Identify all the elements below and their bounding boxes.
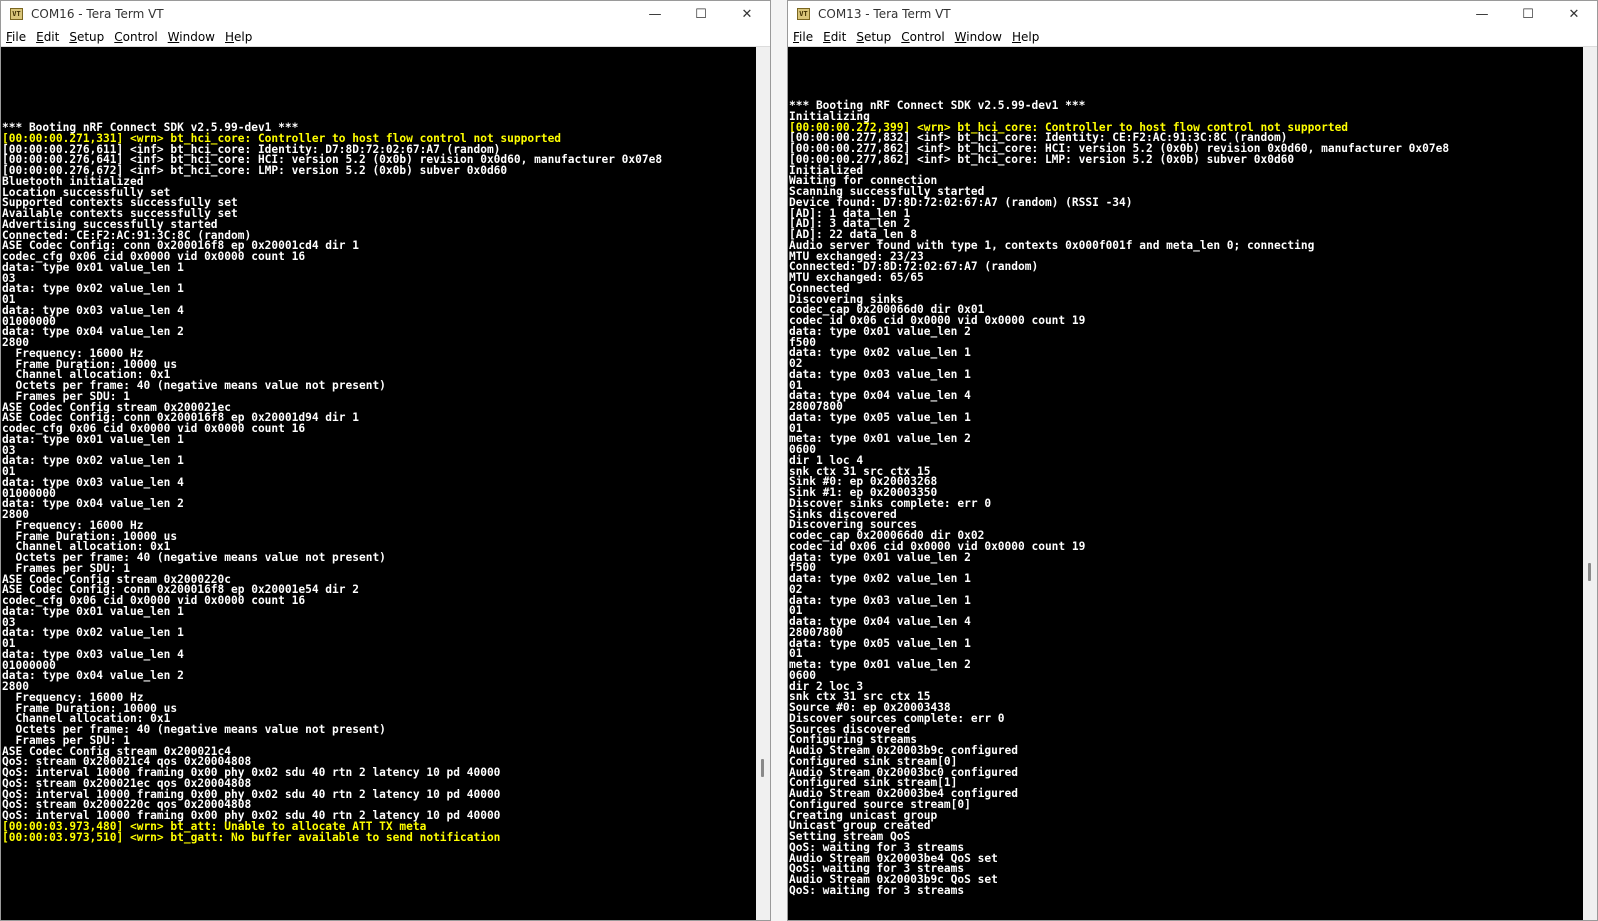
menu-window[interactable]: Window (955, 30, 1002, 44)
window-controls: — ☐ ✕ (1459, 1, 1597, 27)
terminal-output[interactable]: *** Booting nRF Connect SDK v2.5.99-dev1… (1, 47, 756, 920)
menu-file[interactable]: File (6, 30, 26, 44)
terminal-line: data: type 0x03 value_len 1 (789, 593, 971, 607)
terminal-line: meta: type 0x01 value_len 2 (789, 658, 971, 671)
terminal-line: data: type 0x01 value_len 2 (789, 550, 971, 564)
terminal-line: data: type 0x04 value_len 2 (2, 669, 184, 683)
terminal-line: data: type 0x01 value_len 1 (2, 260, 184, 274)
terminal-line: data: type 0x01 value_len 1 (2, 604, 184, 618)
terminal-line: data: type 0x02 value_len 1 (2, 454, 184, 468)
menu-setup[interactable]: Setup (856, 30, 891, 44)
terminal-line: data: type 0x04 value_len 2 (2, 325, 184, 339)
terminal-line: data: type 0x02 value_len 1 (789, 572, 971, 585)
com16-terminal-window[interactable]: VT COM16 - Tera Term VT — ☐ ✕ File Edit … (0, 0, 771, 921)
terminal-line: data: type 0x05 value_len 1 (789, 410, 971, 424)
terminal-line: data: type 0x01 value_len 2 (789, 324, 971, 338)
maximize-icon[interactable]: ☐ (678, 1, 724, 27)
title-bar[interactable]: VT COM13 - Tera Term VT — ☐ ✕ (788, 1, 1597, 27)
teraterm-icon[interactable]: VT (797, 8, 810, 20)
scrollbar-thumb[interactable] (1588, 563, 1591, 581)
terminal-line: data: type 0x05 value_len 1 (789, 636, 971, 650)
close-icon[interactable]: ✕ (724, 1, 770, 27)
menu-window[interactable]: Window (168, 30, 215, 44)
menu-bar: File Edit Setup Control Window Help (1, 27, 770, 47)
window-title: COM13 - Tera Term VT (818, 7, 951, 21)
menu-setup[interactable]: Setup (69, 30, 104, 44)
terminal-line: *** Booting nRF Connect SDK v2.5.99-dev1… (789, 99, 1086, 112)
terminal-line: data: type 0x03 value_len 4 (2, 303, 184, 317)
title-bar[interactable]: VT COM16 - Tera Term VT — ☐ ✕ (1, 1, 770, 27)
menu-edit[interactable]: Edit (823, 30, 846, 44)
window-controls: — ☐ ✕ (632, 1, 770, 27)
close-icon[interactable]: ✕ (1551, 1, 1597, 27)
terminal-line: data: type 0x02 value_len 1 (789, 346, 971, 360)
terminal-line: data: type 0x04 value_len 2 (2, 497, 184, 511)
menu-bar: File Edit Setup Control Window Help (788, 27, 1597, 47)
terminal-line: data: type 0x02 value_len 1 (2, 282, 184, 296)
vertical-scrollbar[interactable] (1583, 47, 1597, 920)
terminal-line: data: type 0x04 value_len 4 (789, 389, 971, 403)
terminal-output[interactable]: *** Booting nRF Connect SDK v2.5.99-dev1… (788, 47, 1583, 920)
terminal-line: data: type 0x02 value_len 1 (2, 626, 184, 640)
vertical-scrollbar[interactable] (756, 47, 770, 920)
menu-help[interactable]: Help (1012, 30, 1039, 44)
terminal-line: MTU exchanged: 65/65 (789, 271, 924, 284)
terminal-lines: *** Booting nRF Connect SDK v2.5.99-dev1… (1, 47, 756, 843)
teraterm-icon[interactable]: VT (10, 8, 23, 20)
terminal-line: Connected (789, 281, 850, 295)
terminal-line: 0600 (789, 443, 816, 456)
window-title: COM16 - Tera Term VT (31, 7, 164, 21)
terminal-line: data: type 0x03 value_len 4 (2, 475, 184, 489)
terminal-line: [00:00:00.277,862] <inf> bt_hci_core: LM… (789, 152, 1295, 166)
terminal-line: Discover sinks complete: err 0 (789, 496, 992, 510)
menu-control[interactable]: Control (901, 30, 944, 44)
terminal-lines: *** Booting nRF Connect SDK v2.5.99-dev1… (788, 47, 1583, 897)
terminal-line: data: type 0x04 value_len 4 (789, 615, 971, 628)
terminal-line: data: type 0x01 value_len 1 (2, 432, 184, 446)
terminal-line: meta: type 0x01 value_len 2 (789, 432, 971, 446)
menu-edit[interactable]: Edit (36, 30, 59, 44)
terminal-line: data: type 0x03 value_len 4 (2, 647, 184, 661)
window-gap (771, 0, 787, 921)
menu-file[interactable]: File (793, 30, 813, 44)
terminal-line: QoS: waiting for 3 streams (789, 883, 965, 897)
menu-control[interactable]: Control (114, 30, 157, 44)
terminal-line: data: type 0x03 value_len 1 (789, 367, 971, 381)
maximize-icon[interactable]: ☐ (1505, 1, 1551, 27)
menu-help[interactable]: Help (225, 30, 252, 44)
minimize-icon[interactable]: — (1459, 1, 1505, 27)
minimize-icon[interactable]: — (632, 1, 678, 27)
com13-terminal-window[interactable]: VT COM13 - Tera Term VT — ☐ ✕ File Edit … (787, 0, 1598, 921)
terminal-line: 0600 (789, 668, 816, 682)
warning-line: [00:00:03.973,510] <wrn> bt_gatt: No buf… (2, 830, 501, 844)
scrollbar-thumb[interactable] (761, 759, 764, 777)
